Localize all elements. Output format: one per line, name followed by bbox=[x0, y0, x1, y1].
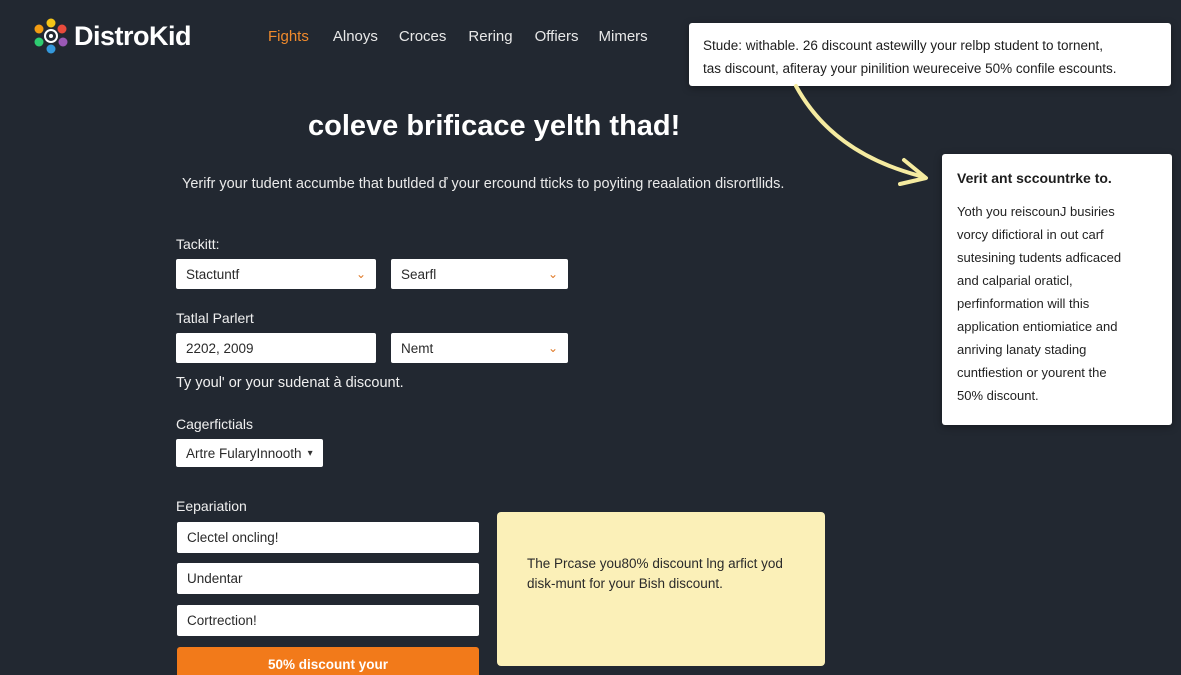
section-label-tackitt: Tackitt: bbox=[176, 236, 220, 252]
credentials-dropdown[interactable]: Artre FularyInnooth ▾ bbox=[176, 439, 323, 467]
callout-right-line: Yoth you reiscounJ busiries bbox=[957, 204, 1115, 219]
text-input-cortrection[interactable]: Cortrection! bbox=[177, 605, 479, 636]
select-stactuntf[interactable]: Stactuntf ⌄ bbox=[176, 259, 376, 289]
main-nav: Fights Alnoys Croces Rering Offiers Mime… bbox=[268, 28, 648, 45]
section-label-cagerfictials: Cagerfictials bbox=[176, 416, 254, 432]
callout-right-line: cuntfiestion or yourent the bbox=[957, 365, 1107, 380]
curved-arrow-icon bbox=[794, 84, 928, 186]
date-input[interactable]: 2202, 2009 bbox=[176, 333, 376, 363]
brand-logo[interactable]: DistroKid bbox=[32, 14, 192, 58]
callout-right: Verit ant sccountrke to. Yoth you reisco… bbox=[942, 154, 1172, 425]
callout-right-line: perfinformation will this bbox=[957, 296, 1090, 311]
callout-top-line-1: Stude: withable. 26 discount astewilly y… bbox=[703, 38, 1103, 53]
nav-item-alnoys[interactable]: Alnoys bbox=[333, 28, 378, 45]
select-searfl-value: Searfl bbox=[401, 266, 437, 282]
multicolor-flower-logo-icon bbox=[34, 18, 68, 54]
callout-right-line: anriving lanaty stading bbox=[957, 342, 1087, 357]
nav-item-fights[interactable]: Fights bbox=[268, 28, 309, 45]
text-input-clectel-value: Clectel oncling! bbox=[187, 530, 279, 545]
nav-item-croces[interactable]: Croces bbox=[399, 28, 447, 45]
select-nemt[interactable]: Nemt ⌄ bbox=[391, 333, 568, 363]
callout-right-line: sutesining tudents adficaced bbox=[957, 250, 1122, 265]
date-input-value: 2202, 2009 bbox=[186, 340, 254, 356]
page-description: Yerifr your tudent accumbe that butlded … bbox=[182, 176, 785, 192]
text-input-clectel[interactable]: Clectel oncling! bbox=[177, 522, 479, 553]
callout-right-line: 50% discount. bbox=[957, 388, 1039, 403]
page-title: coleve brificace yelth thad! bbox=[308, 110, 681, 142]
select-nemt-value: Nemt bbox=[401, 340, 434, 356]
text-input-undentar-value: Undentar bbox=[187, 571, 243, 586]
chevron-down-icon: ⌄ bbox=[547, 341, 558, 355]
callout-right-line: vorcy difictioral in out carf bbox=[957, 227, 1104, 242]
callout-right-line: and calparial oraticl, bbox=[957, 273, 1073, 288]
chevron-down-icon: ⌄ bbox=[355, 267, 366, 281]
section-label-eepariation: Eepariation bbox=[176, 498, 247, 514]
callout-top: Stude: withable. 26 discount astewilly y… bbox=[689, 23, 1171, 86]
info-box-line-2: disk-munt for your Bish discount. bbox=[527, 576, 723, 591]
nav-item-mimers[interactable]: Mimers bbox=[599, 28, 648, 45]
discount-note: Ty youl' or your sudenat à discount. bbox=[176, 375, 404, 391]
info-box-line-1: The Prcase you80% discount lng arfict yo… bbox=[527, 556, 783, 571]
brand-name: DistroKid bbox=[74, 20, 192, 51]
credentials-dropdown-value: Artre FularyInnooth bbox=[186, 445, 302, 461]
select-stactuntf-value: Stactuntf bbox=[186, 266, 240, 282]
text-input-cortrection-value: Cortrection! bbox=[187, 613, 257, 628]
text-input-undentar[interactable]: Undentar bbox=[177, 563, 479, 594]
nav-item-offiers[interactable]: Offiers bbox=[535, 28, 579, 45]
callout-right-line: application entiomiatice and bbox=[957, 319, 1118, 334]
chevron-down-icon: ⌄ bbox=[547, 267, 558, 281]
callout-top-line-2: tas discount, afiteray your pinilition w… bbox=[703, 61, 1117, 76]
discount-submit-button[interactable]: 50% discount your bbox=[177, 647, 479, 675]
discount-submit-button-label: 50% discount your bbox=[267, 657, 389, 672]
callout-right-title: Verit ant sccountrke to. bbox=[957, 170, 1112, 186]
section-label-tatlal-parlert: Tatlal Parlert bbox=[176, 310, 254, 326]
nav-item-rering[interactable]: Rering bbox=[468, 28, 512, 45]
discount-info-box: The Prcase you80% discount lng arfict yo… bbox=[497, 512, 825, 666]
caret-down-icon: ▾ bbox=[307, 447, 313, 459]
select-searfl[interactable]: Searfl ⌄ bbox=[391, 259, 568, 289]
